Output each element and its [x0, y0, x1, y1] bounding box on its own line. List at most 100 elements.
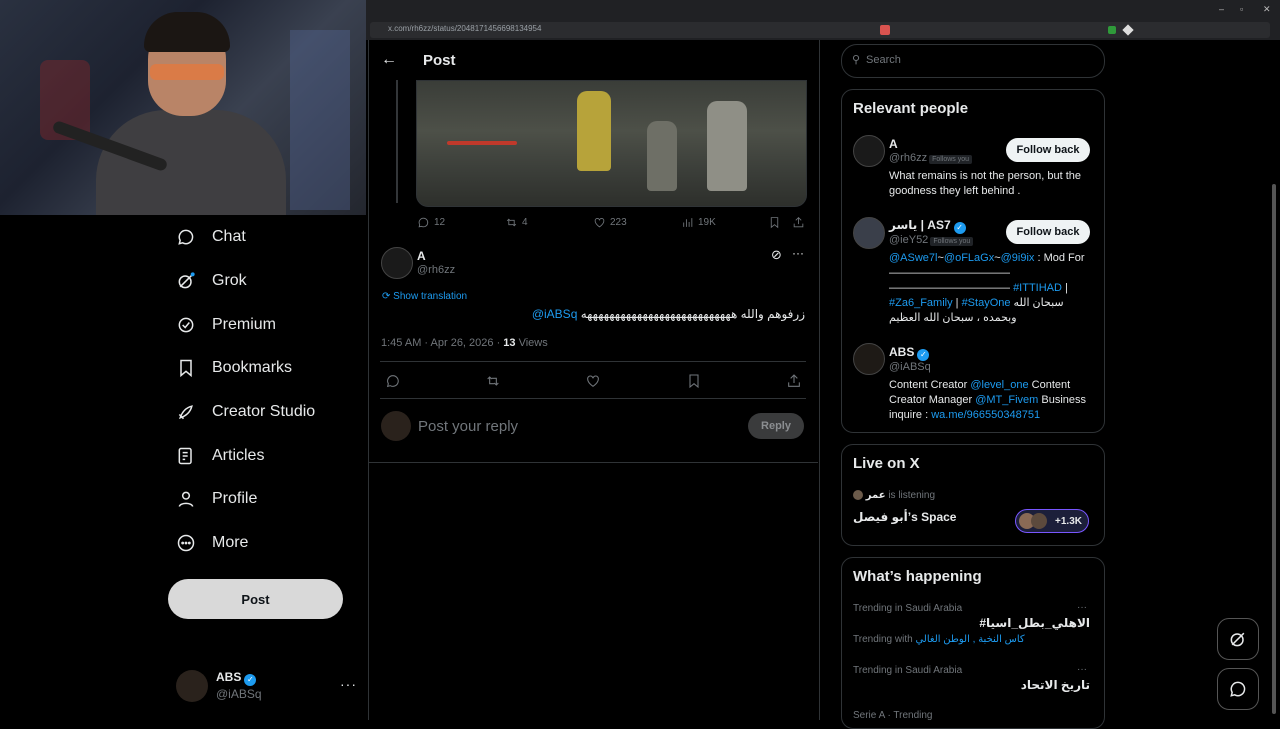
grok-icon[interactable]: ⊘ — [771, 247, 782, 263]
account-handle: @iABSq — [216, 687, 262, 701]
tweet-timestamp: 1:45 AM · Apr 26, 2026 · 13 Views — [381, 337, 548, 349]
reply-icon — [386, 375, 399, 388]
grok-icon — [1230, 632, 1245, 647]
page-scrollbar[interactable] — [1272, 184, 1276, 714]
avatar[interactable] — [853, 343, 885, 375]
trend-context: Serie A · Trending — [853, 710, 933, 721]
verified-badge-icon: ✓ — [953, 222, 966, 234]
share-button[interactable] — [786, 373, 802, 389]
reply-submit-button[interactable]: Reply — [748, 413, 804, 439]
back-arrow-icon[interactable]: ← — [381, 51, 397, 69]
live-space-title[interactable]: أبو فيصل’s Space — [853, 510, 956, 524]
extension-icon[interactable] — [1108, 26, 1116, 34]
person-handle[interactable]: @iABSq — [889, 361, 931, 373]
close-window-button[interactable]: ✕ — [1263, 4, 1271, 15]
views-count[interactable]: 19K — [681, 216, 716, 229]
tweet-author-handle[interactable]: @rh6zz — [417, 264, 455, 276]
maximize-button[interactable]: ▫ — [1240, 4, 1243, 14]
follows-you-badge: Follows you — [930, 237, 974, 246]
rocket-icon — [178, 405, 193, 420]
repost-count[interactable]: 4 — [505, 216, 528, 229]
sidebar-item-label: Creator Studio — [212, 403, 316, 420]
person-icon — [178, 491, 194, 507]
chat-bubble-icon — [1230, 681, 1246, 697]
happening-title: What’s happening — [853, 568, 982, 585]
avatar — [853, 490, 863, 500]
verified-badge-icon: ✓ — [917, 349, 930, 361]
trend-topic[interactable]: تاريخ الاتحاد — [900, 678, 1090, 692]
tweet-author-name[interactable]: A — [417, 249, 426, 263]
show-translation-link[interactable]: ⟳ Show translation — [382, 291, 467, 302]
reply-count[interactable]: 12 — [417, 216, 445, 229]
person-bio: Content Creator @level_one Content Creat… — [889, 379, 1087, 421]
trend-more-icon[interactable]: ··· — [1077, 664, 1087, 675]
share-icon — [788, 374, 800, 387]
person-name[interactable]: ABS ✓ — [889, 345, 930, 361]
tweet-media-image[interactable] — [416, 80, 807, 207]
tweet-mention[interactable]: @iABSq — [532, 307, 578, 321]
sidebar-item-profile[interactable]: Profile — [176, 485, 257, 513]
more-circle-icon — [177, 534, 195, 552]
trend-context: Trending in Saudi Arabia — [853, 665, 963, 676]
article-icon — [178, 447, 192, 465]
divider — [369, 462, 818, 463]
sidebar-item-premium[interactable]: Premium — [176, 311, 276, 339]
person-bio: What remains is not the person, but the … — [889, 170, 1081, 197]
avatar[interactable] — [853, 135, 885, 167]
heart-icon — [594, 218, 605, 228]
avatar[interactable] — [381, 247, 413, 279]
grok-fab-button[interactable] — [1217, 618, 1259, 660]
webcam-overlay — [0, 0, 366, 215]
trend-context: Trending in Saudi Arabia — [853, 603, 963, 614]
chat-bubble-icon — [178, 229, 194, 245]
search-input[interactable]: ⚲ Search — [841, 44, 1105, 78]
sidebar-item-more[interactable]: More — [176, 529, 248, 557]
sidebar-item-bookmarks[interactable]: Bookmarks — [176, 354, 292, 382]
like-count[interactable]: 223 — [593, 216, 627, 229]
messages-fab-button[interactable] — [1217, 668, 1259, 710]
person-bio: @ASwe7l~@oFLaGx~@9i9ix : Mod For ———————… — [889, 252, 1085, 324]
account-name[interactable]: ABS ✓ — [216, 670, 257, 686]
trend-more-icon[interactable]: ··· — [1077, 602, 1087, 613]
live-listener: عمر is listening — [853, 490, 935, 501]
like-button[interactable] — [585, 373, 601, 389]
avatar[interactable] — [176, 670, 208, 702]
shield-icon[interactable] — [880, 25, 890, 35]
trend-with: Trending with كاس النخبة , الوطن الغالي — [853, 634, 1025, 645]
tweet-more-icon[interactable]: ··· — [792, 246, 804, 260]
reply-button[interactable] — [385, 373, 401, 389]
relevant-people-title: Relevant people — [853, 100, 969, 117]
bookmark-button[interactable] — [686, 373, 702, 389]
follow-back-button[interactable]: Follow back — [1006, 220, 1090, 244]
trend-topic[interactable]: #الاهلي_بطل_اسيا — [900, 616, 1090, 630]
sidebar-item-creator-studio[interactable]: Creator Studio — [176, 398, 315, 426]
post-button[interactable]: Post — [168, 579, 343, 619]
bookmark-icon — [180, 359, 192, 378]
person-handle[interactable]: @ieY52 Follows you — [889, 234, 974, 246]
share-icon — [793, 217, 804, 228]
sidebar-item-grok[interactable]: Grok — [176, 267, 247, 295]
bookmark-button[interactable] — [768, 216, 781, 229]
reply-input[interactable]: Post your reply — [418, 418, 518, 435]
sidebar-item-label: Profile — [212, 490, 258, 507]
follow-back-button[interactable]: Follow back — [1006, 138, 1090, 162]
repost-button[interactable] — [485, 373, 501, 389]
repost-icon — [487, 376, 499, 386]
sidebar-item-articles[interactable]: Articles — [176, 442, 264, 470]
sidebar-item-label: More — [212, 534, 249, 551]
search-icon: ⚲ — [852, 54, 861, 66]
sidebar-item-chat[interactable]: Chat — [176, 223, 246, 251]
divider — [380, 361, 806, 362]
person-name[interactable]: ياسر | AS7 ✓ — [889, 218, 966, 234]
bookmark-icon — [689, 374, 699, 389]
share-button[interactable] — [792, 216, 805, 229]
heart-icon — [587, 375, 599, 387]
live-listeners-pill[interactable]: +1.3K — [1015, 509, 1089, 533]
account-more-icon[interactable]: ··· — [340, 676, 357, 692]
minimize-button[interactable]: – — [1219, 4, 1224, 14]
address-bar-url[interactable]: x.com/rh6zz/status/2048171456698134954 — [388, 24, 541, 33]
avatar[interactable] — [853, 217, 885, 249]
person-handle[interactable]: @rh6zz Follows you — [889, 152, 973, 164]
verified-badge-icon: ✓ — [244, 674, 257, 686]
person-name[interactable]: A — [889, 137, 898, 151]
